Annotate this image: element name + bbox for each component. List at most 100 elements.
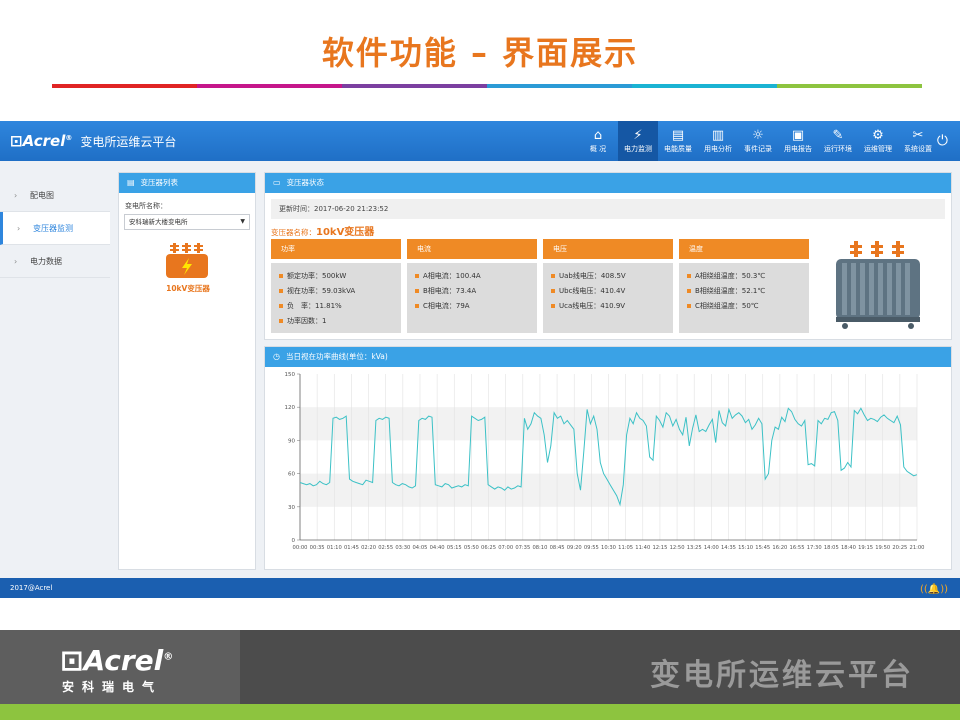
status-cards: 功率 额定功率：500kW 视在功率：59.03kVA 负 率：11.81% 功率因数：… — [271, 239, 809, 333]
app-footer: 2017@Acrel ((🔔)) — [0, 578, 960, 598]
card-row-text: B相电流：73.4A — [423, 287, 477, 295]
x-tick-label: 17:30 — [807, 545, 822, 551]
green-strip — [0, 704, 960, 720]
chevron-right-icon: › — [14, 257, 18, 266]
nav-item[interactable]: ✎ 运行环境 — [818, 121, 858, 161]
card-row: Uca线电压：410.9V — [551, 299, 673, 314]
card-row-text: Uab线电压：408.5V — [559, 272, 626, 280]
bullet-icon — [279, 289, 283, 293]
color-bar-segment — [487, 84, 632, 88]
nav-item[interactable]: ▤ 电能质量 — [658, 121, 698, 161]
app-title: 变电所运维云平台 — [80, 134, 177, 149]
nav-item[interactable]: ✂ 系统设置 — [898, 121, 938, 161]
nav-label: 电力监测 — [624, 145, 652, 153]
nav-label: 概 况 — [589, 145, 607, 153]
color-bar-segment — [777, 84, 922, 88]
status-card: 电流 A相电流：100.4A B相电流：73.4A C相电流：79A — [407, 239, 537, 333]
top-bar: ⊡Acrel® 变电所运维云平台 ⌂ 概 况 ⚡ 电力监测 ▤ 电能质量 ▥ 用电分析 ☼ 事件记… — [0, 121, 960, 161]
color-bar-segment — [197, 84, 342, 88]
nav-item[interactable]: ⌂ 概 况 — [578, 121, 618, 161]
nav-icon: ☼ — [752, 128, 764, 143]
nav-item[interactable]: ⚡ 电力监测 — [618, 121, 658, 161]
x-tick-label: 05:50 — [464, 545, 479, 551]
card-row: 视在功率：59.03kVA — [279, 284, 401, 299]
list-icon: ▤ — [127, 178, 135, 187]
nav-icon: ▣ — [791, 128, 805, 143]
transformer-label[interactable]: 10kV变压器 — [119, 283, 257, 294]
card-body: A相电流：100.4A B相电流：73.4A C相电流：79A — [407, 263, 537, 333]
update-time: 更新时间：2017-06-20 21:23:52 — [271, 199, 945, 219]
sidebar-item-label: 电力数据 — [30, 257, 62, 266]
bullet-icon — [279, 274, 283, 278]
power-curve-panel: ◷ 当日视在功率曲线(单位：kVa) 00:00 00:35 01:10 01:45 02… — [264, 346, 952, 570]
status-card: 温度 A相绕组温度：50.3℃ B相绕组温度：52.1℃ C相绕组温度：50℃ — [679, 239, 809, 333]
x-tick-label: 12:50 — [670, 545, 685, 551]
nav-label: 运维管理 — [864, 145, 892, 153]
x-tick-label: 04:40 — [430, 545, 445, 551]
transformer-list-panel: ▤ 变压器列表 变电所名称： 安科瑞新大楼变电所 ▼ 10kV变压器 — [118, 172, 256, 570]
slide-footer: ⊡Acrel® 安科瑞电气 变电所运维云平台 — [0, 630, 960, 704]
card-row: A相绕组温度：50.3℃ — [687, 269, 809, 284]
monitor-icon: ▭ — [273, 178, 281, 187]
nav-label: 运行环境 — [824, 145, 852, 153]
main-nav: ⌂ 概 况 ⚡ 电力监测 ▤ 电能质量 ▥ 用电分析 ☼ 事件记录 ▣ 用电报告 ✎ 运行环境 ⚙ 运维管理 ✂… — [578, 121, 938, 161]
chevron-right-icon: › — [17, 224, 21, 233]
x-tick-label: 04:05 — [412, 545, 427, 551]
nav-item[interactable]: ⚙ 运维管理 — [858, 121, 898, 161]
sidebar-item[interactable]: › 配电图 — [0, 179, 110, 212]
chevron-down-icon: ▼ — [240, 218, 245, 225]
x-tick-label: 14:00 — [704, 545, 719, 551]
x-tick-label: 09:20 — [567, 545, 582, 551]
card-row: C相电流：79A — [415, 299, 537, 314]
card-row: Uab线电压：408.5V — [551, 269, 673, 284]
sidebar-item[interactable]: › 变压器监测 — [0, 212, 110, 245]
card-row-text: 视在功率：59.03kVA — [287, 287, 356, 295]
x-tick-label: 12:15 — [652, 545, 667, 551]
chevron-right-icon: › — [14, 191, 18, 200]
x-tick-label: 03:30 — [395, 545, 410, 551]
transformer-icon[interactable] — [165, 241, 209, 281]
card-row-text: A相电流：100.4A — [423, 272, 481, 280]
bullet-icon — [687, 304, 691, 308]
card-row: B相绕组温度：52.1℃ — [687, 284, 809, 299]
y-tick-label: 0 — [292, 538, 296, 544]
x-tick-label: 19:15 — [858, 545, 873, 551]
color-bar-segment — [342, 84, 487, 88]
bullet-icon — [551, 304, 555, 308]
card-row-text: Ubc线电压：410.4V — [559, 287, 626, 295]
panel-header: ▤ 变压器列表 — [119, 173, 255, 193]
clock-icon: ◷ — [273, 352, 280, 361]
x-tick-label: 06:25 — [481, 545, 496, 551]
footer-logo-subtitle: 安科瑞电气 — [62, 680, 163, 694]
nav-icon: ⌂ — [593, 128, 603, 143]
panel-header: ◷ 当日视在功率曲线(单位：kVa) — [265, 347, 951, 367]
station-select[interactable]: 安科瑞新大楼变电所 ▼ — [124, 214, 250, 230]
nav-item[interactable]: ▣ 用电报告 — [778, 121, 818, 161]
sidebar-item-label: 变压器监测 — [33, 224, 73, 233]
power-line-chart[interactable]: 00:00 00:35 01:10 01:45 02:20 02:55 03:30 04:05… — [265, 367, 951, 569]
slide-title: 软件功能 – 界面展示 — [321, 34, 639, 72]
sidebar-item[interactable]: › 电力数据 — [0, 245, 110, 278]
card-row-text: 额定功率：500kW — [287, 272, 347, 280]
x-tick-label: 07:35 — [515, 545, 530, 551]
card-row: Ubc线电压：410.4V — [551, 284, 673, 299]
y-tick-label: 30 — [288, 505, 295, 511]
x-tick-label: 00:00 — [293, 545, 308, 551]
x-tick-label: 02:20 — [361, 545, 376, 551]
footer-logo: ⊡Acrel® — [60, 644, 174, 677]
card-row-text: C相电流：79A — [423, 302, 470, 310]
nav-icon: ▥ — [711, 128, 725, 143]
alarm-bell-icon[interactable]: ((🔔)) — [920, 580, 948, 600]
nav-icon: ✎ — [832, 128, 844, 143]
card-row-text: 功率因数：1 — [287, 317, 327, 325]
x-tick-label: 15:10 — [738, 545, 753, 551]
power-icon[interactable]: ⏻ — [937, 133, 948, 149]
y-tick-label: 120 — [285, 405, 296, 411]
nav-item[interactable]: ☼ 事件记录 — [738, 121, 778, 161]
nav-label: 系统设置 — [904, 145, 932, 153]
x-tick-label: 01:45 — [344, 545, 359, 551]
bullet-icon — [415, 289, 419, 293]
nav-label: 用电报告 — [784, 145, 812, 153]
transformer-status-panel: ▭ 变压器状态 更新时间：2017-06-20 21:23:52 变压器名称：10… — [264, 172, 952, 340]
nav-item[interactable]: ▥ 用电分析 — [698, 121, 738, 161]
